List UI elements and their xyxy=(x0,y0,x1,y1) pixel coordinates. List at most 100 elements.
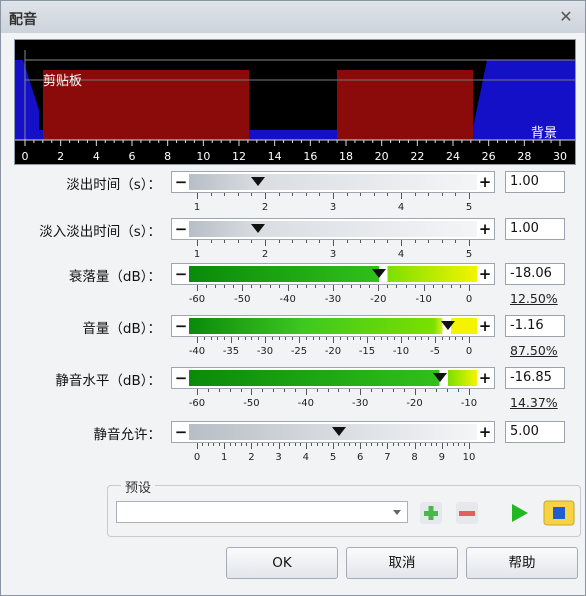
percent-readout[interactable]: 12.50% xyxy=(510,291,558,306)
increase-button[interactable]: + xyxy=(477,265,493,283)
decrease-button[interactable]: − xyxy=(173,423,189,441)
value-field[interactable]: 1.00 xyxy=(505,218,565,240)
clipboard-label: 剪贴板 xyxy=(43,74,83,89)
increase-button[interactable]: + xyxy=(477,173,493,191)
scale-tick xyxy=(373,193,375,196)
scale-tick xyxy=(240,389,242,392)
slider-thumb[interactable] xyxy=(251,224,266,233)
scale-tick xyxy=(469,285,470,291)
slider-scale: -60 -50 -40 -30 -20 -10 xyxy=(189,389,477,411)
percent-readout[interactable]: 14.37% xyxy=(510,395,558,410)
scale-label: 8 xyxy=(411,452,418,463)
scale-tick xyxy=(273,389,275,392)
scale-tick xyxy=(441,285,443,288)
scale-label: -10 xyxy=(415,294,432,305)
close-icon[interactable]: ✕ xyxy=(556,7,576,27)
scale-tick xyxy=(469,240,470,246)
parameter-slider[interactable]: − + xyxy=(171,171,495,193)
play-button[interactable] xyxy=(505,499,533,527)
slider-thumb[interactable] xyxy=(441,321,456,330)
percent-readout[interactable]: 87.50% xyxy=(510,343,558,358)
scale-tick xyxy=(398,443,400,446)
decrease-button[interactable]: − xyxy=(173,220,189,238)
slider-track[interactable] xyxy=(189,318,477,334)
increase-button[interactable]: + xyxy=(477,317,493,335)
scale-label: 2 xyxy=(248,452,255,463)
scale-tick xyxy=(305,193,307,196)
scale-tick xyxy=(387,443,389,449)
cancel-button[interactable]: 取消 xyxy=(346,547,458,579)
scale-tick xyxy=(289,443,291,446)
envelope-preview[interactable]: 0 2 4 6 8 10 12 14 16 18 20 22 24 26 28 30 剪贴板 背景 xyxy=(14,39,576,165)
scale-label: -50 xyxy=(243,398,260,409)
remove-preset-button[interactable] xyxy=(453,499,481,527)
scale-tick xyxy=(425,443,427,446)
scale-tick xyxy=(256,443,258,446)
parameter-slider[interactable]: − + xyxy=(171,218,495,240)
ok-button[interactable]: OK xyxy=(226,547,338,579)
scale-tick xyxy=(265,240,266,246)
help-button[interactable]: 帮助 xyxy=(466,547,578,579)
scale-tick xyxy=(278,193,280,196)
scale-tick xyxy=(217,337,219,340)
scale-tick xyxy=(428,240,430,243)
scale-label: 3 xyxy=(275,452,282,463)
slider-track[interactable] xyxy=(189,266,477,282)
time-tick-label: 18 xyxy=(339,150,353,163)
scale-tick xyxy=(450,285,452,288)
scale-tick xyxy=(407,337,409,340)
scale-label: -10 xyxy=(460,398,478,409)
scale-tick xyxy=(360,337,362,340)
parameter-slider[interactable]: − + xyxy=(171,421,495,443)
scale-tick xyxy=(346,337,348,340)
decrease-button[interactable]: − xyxy=(173,317,189,335)
parameter-slider[interactable]: − + xyxy=(171,367,495,389)
scale-label: -5 xyxy=(430,346,440,357)
slider-track[interactable] xyxy=(189,174,477,190)
scale-label: 3 xyxy=(329,249,337,260)
increase-button[interactable]: + xyxy=(477,369,493,387)
value-field[interactable]: 1.00 xyxy=(505,171,565,193)
scale-tick xyxy=(381,443,383,446)
scale-tick xyxy=(294,389,296,392)
preset-select[interactable] xyxy=(116,501,408,523)
add-preset-button[interactable] xyxy=(417,499,445,527)
scale-label: 4 xyxy=(397,249,405,260)
parameter-slider[interactable]: − + xyxy=(171,263,495,285)
value-field[interactable]: -18.06 xyxy=(505,263,565,285)
slider-track[interactable] xyxy=(189,221,477,237)
slider-thumb[interactable] xyxy=(251,177,266,186)
slider-thumb[interactable] xyxy=(432,373,447,382)
decrease-button[interactable]: − xyxy=(173,173,189,191)
value-field[interactable]: -16.85 xyxy=(505,367,565,389)
decrease-button[interactable]: − xyxy=(173,265,189,283)
scale-tick xyxy=(207,443,209,446)
stop-button[interactable] xyxy=(543,499,575,527)
increase-button[interactable]: + xyxy=(477,220,493,238)
scale-tick xyxy=(326,337,328,340)
decrease-button[interactable]: − xyxy=(173,369,189,387)
value-field[interactable]: 5.00 xyxy=(505,421,565,443)
scale-tick xyxy=(319,193,321,196)
scale-tick xyxy=(278,240,280,243)
scale-label: -35 xyxy=(222,346,240,357)
control-label: 衰落量（dB）： xyxy=(68,269,161,285)
control-label: 音量（dB）： xyxy=(82,321,161,337)
scale-tick xyxy=(349,443,351,446)
chevron-down-icon[interactable] xyxy=(393,510,401,515)
scale-tick xyxy=(319,240,321,243)
scale-tick xyxy=(278,443,280,449)
scale-tick xyxy=(396,285,398,288)
value-field[interactable]: -1.16 xyxy=(505,315,565,337)
scale-label: -20 xyxy=(324,346,342,357)
background-envelope-right xyxy=(473,60,575,140)
scale-label: -40 xyxy=(279,294,296,305)
slider-thumb[interactable] xyxy=(372,269,387,278)
scale-tick xyxy=(333,285,334,291)
scale-tick xyxy=(333,193,334,199)
slider-thumb[interactable] xyxy=(331,427,346,436)
scale-tick xyxy=(245,443,247,446)
background-label: 背景 xyxy=(531,126,558,141)
parameter-slider[interactable]: − + xyxy=(171,315,495,337)
increase-button[interactable]: + xyxy=(477,423,493,441)
